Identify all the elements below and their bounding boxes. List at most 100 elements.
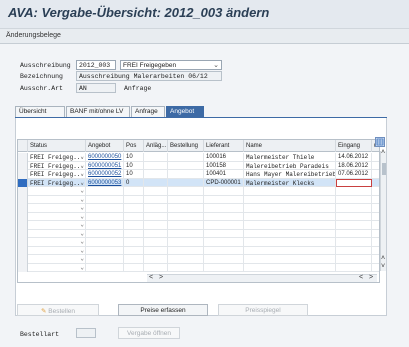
chevron-down-icon[interactable]: ⌄ [80, 162, 84, 169]
row-selector[interactable] [18, 229, 28, 238]
col-eingang[interactable]: Eingang [336, 140, 372, 152]
cell-status[interactable]: ⌄ [28, 204, 86, 213]
table-row[interactable]: ⌄ [18, 246, 379, 255]
cell-angebot[interactable]: 6000000051 [86, 161, 124, 170]
chevron-down-icon[interactable]: ⌄ [80, 204, 84, 211]
preisspiegel-button[interactable]: Preisspiegel [218, 304, 308, 316]
vertical-scrollbar[interactable]: ˄ ˄ ˅ [380, 149, 386, 271]
cell-angebot[interactable]: 6000000052 [86, 170, 124, 179]
cell-angebot[interactable] [86, 195, 124, 204]
row-selector[interactable] [18, 178, 28, 187]
row-selector[interactable] [18, 161, 28, 170]
cell-status[interactable]: ⌄ [28, 187, 86, 196]
chevron-down-icon[interactable]: ⌄ [80, 153, 84, 160]
chevron-down-icon[interactable]: ⌄ [80, 230, 84, 237]
select-all-cell[interactable] [18, 140, 28, 152]
row-selector[interactable] [18, 195, 28, 204]
scroll-right-end-icon[interactable]: > [369, 274, 373, 281]
status-dropdown[interactable]: FREI Freigegeben ⌄ [120, 60, 222, 70]
horizontal-scrollbar[interactable]: < > < > [147, 274, 377, 282]
chevron-down-icon[interactable]: ⌄ [80, 187, 84, 194]
eingang-input[interactable] [336, 178, 372, 187]
table-row[interactable]: ⌄ [18, 221, 379, 230]
cell-angebot[interactable] [86, 212, 124, 221]
chevron-down-icon[interactable]: ⌄ [80, 238, 84, 245]
col-status[interactable]: Status [28, 140, 86, 152]
table-row[interactable]: ⌄ [18, 212, 379, 221]
col-lieferant[interactable]: Lieferant [204, 140, 244, 152]
scroll-left-icon[interactable]: < [149, 274, 153, 281]
table-row[interactable]: FREI Freigeg... ⌄ 6000000052 10 100401 Hans M… [18, 170, 379, 179]
cell-eingang[interactable] [336, 195, 372, 204]
scroll-down-icon[interactable]: ˅ [381, 263, 385, 270]
chevron-down-icon[interactable]: ⌄ [80, 247, 84, 254]
scroll-left-end-icon[interactable]: < [359, 274, 363, 281]
cell-status[interactable]: ⌄ [28, 229, 86, 238]
row-selector[interactable] [18, 221, 28, 230]
table-settings-icon[interactable] [375, 137, 385, 147]
cell-status[interactable]: FREI Freigeg... ⌄ [28, 178, 86, 187]
table-row[interactable]: ⌄ [18, 238, 379, 247]
table-row[interactable]: ⌄ [18, 187, 379, 196]
row-selector[interactable] [18, 204, 28, 213]
angebot-link[interactable]: 6000000052 [88, 171, 121, 177]
angebot-link[interactable]: 6000000051 [88, 163, 121, 169]
scroll-up-bottom-icon[interactable]: ˄ [381, 255, 385, 262]
chevron-down-icon[interactable]: ⌄ [80, 213, 84, 220]
cell-eingang[interactable] [336, 187, 372, 196]
cell-status[interactable]: FREI Freigeg... ⌄ [28, 153, 86, 162]
table-row[interactable]: FREI Freigeg... ⌄ 6000000050 10 100016 Malerm… [18, 153, 379, 162]
col-bestellung[interactable]: Bestellung [168, 140, 204, 152]
cell-angebot[interactable] [86, 238, 124, 247]
cell-eingang[interactable] [336, 255, 372, 264]
chevron-down-icon[interactable]: ⌄ [80, 179, 84, 186]
cell-angebot[interactable] [86, 246, 124, 255]
scroll-right-icon[interactable]: > [159, 274, 163, 281]
cell-eingang[interactable]: 18.06.2012 [336, 161, 372, 170]
row-selector[interactable] [18, 187, 28, 196]
cell-eingang[interactable]: 14.06.2012 [336, 153, 372, 162]
chevron-down-icon[interactable]: ⌄ [80, 170, 84, 177]
cell-angebot[interactable] [86, 221, 124, 230]
ausschreibung-field[interactable]: 2012_003 [76, 60, 116, 70]
cell-status[interactable]: ⌄ [28, 255, 86, 264]
tab-anfrage[interactable]: Anfrage [131, 106, 165, 117]
row-selector[interactable] [18, 255, 28, 264]
table-row[interactable]: FREI Freigeg... ⌄ 6000000051 10 100158 Malere… [18, 161, 379, 170]
scroll-up-icon[interactable]: ˄ [381, 149, 385, 156]
col-angebot[interactable]: Angebot [86, 140, 124, 152]
tab-banf[interactable]: BANF mit/ohne LV [66, 106, 130, 117]
cell-angebot[interactable] [86, 204, 124, 213]
chevron-down-icon[interactable]: ⌄ [80, 264, 84, 271]
chevron-down-icon[interactable]: ⌄ [80, 221, 84, 228]
cell-eingang[interactable]: 07.06.2012 [336, 170, 372, 179]
cell-eingang[interactable] [336, 229, 372, 238]
cell-eingang[interactable] [336, 212, 372, 221]
cell-status[interactable]: FREI Freigeg... ⌄ [28, 170, 86, 179]
aenderungsbelege-button[interactable]: Änderungsbelege [6, 32, 61, 39]
cell-angebot[interactable]: 6000000053 [86, 178, 124, 187]
cell-status[interactable]: FREI Freigeg... ⌄ [28, 161, 86, 170]
cell-eingang[interactable] [336, 263, 372, 272]
row-selector[interactable] [18, 246, 28, 255]
cell-status[interactable]: ⌄ [28, 246, 86, 255]
row-selector[interactable] [18, 212, 28, 221]
preise-erfassen-button[interactable]: Preise erfassen [118, 304, 208, 316]
col-pos[interactable]: Pos [124, 140, 144, 152]
table-row[interactable]: ⌄ [18, 229, 379, 238]
cell-status[interactable]: ⌄ [28, 238, 86, 247]
cell-angebot[interactable] [86, 229, 124, 238]
cell-angebot[interactable] [86, 187, 124, 196]
table-row[interactable]: ⌄ [18, 195, 379, 204]
vertical-scroll-thumb[interactable] [382, 163, 386, 175]
chevron-down-icon[interactable]: ⌄ [80, 196, 84, 203]
cell-status[interactable]: ⌄ [28, 221, 86, 230]
row-selector[interactable] [18, 238, 28, 247]
cell-angebot[interactable] [86, 255, 124, 264]
chevron-down-icon[interactable]: ⌄ [80, 255, 84, 262]
cell-angebot[interactable]: 6000000050 [86, 153, 124, 162]
tab-angebot[interactable]: Angebot [166, 106, 204, 117]
cell-eingang[interactable] [336, 204, 372, 213]
table-row[interactable]: ⌄ [18, 263, 379, 272]
table-row[interactable]: FREI Freigeg... ⌄ 6000000053 0 CPD-000001 Mal… [18, 178, 379, 187]
